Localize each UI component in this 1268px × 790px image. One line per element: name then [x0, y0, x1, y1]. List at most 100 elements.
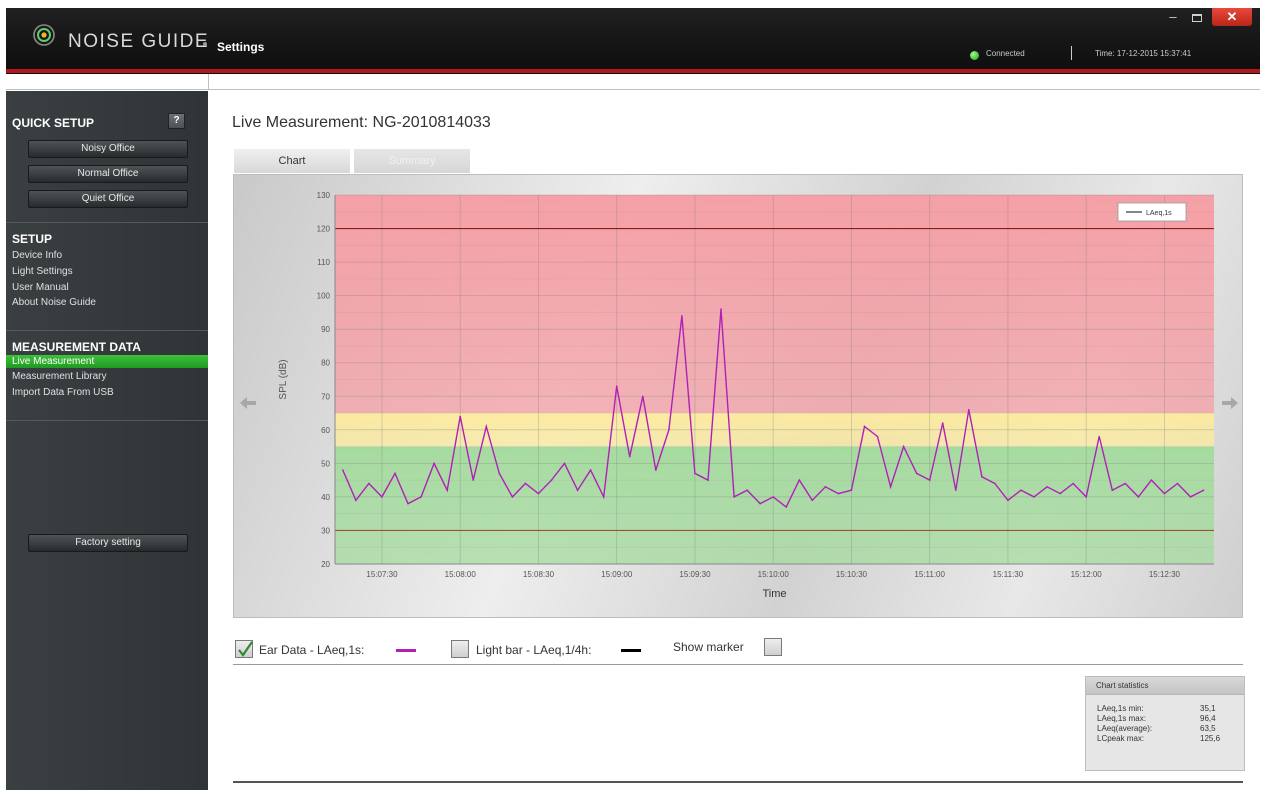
threshold-band — [335, 195, 1214, 414]
data-point — [720, 308, 722, 310]
stat-value: 63,5 — [1200, 724, 1216, 733]
divider — [233, 664, 1243, 665]
data-point — [1202, 489, 1205, 492]
light-bar-checkbox[interactable] — [451, 640, 469, 658]
data-point — [785, 506, 788, 508]
data-point — [889, 486, 892, 488]
page-name: Settings — [217, 40, 265, 54]
data-point — [589, 469, 592, 471]
y-tick-label: 60 — [321, 426, 330, 435]
data-point — [1085, 496, 1087, 498]
light-bar-label: Light bar - LAeq,1/4h: — [476, 643, 592, 657]
stat-value: 125,6 — [1200, 734, 1221, 743]
minimize-button[interactable]: – — [1162, 10, 1184, 26]
normal-office-button[interactable]: Normal Office — [28, 165, 188, 183]
data-point — [1072, 482, 1074, 485]
data-point — [459, 415, 461, 418]
quiet-office-button[interactable]: Quiet Office — [28, 190, 188, 208]
data-point — [1163, 492, 1166, 495]
data-point — [1059, 492, 1061, 495]
data-point — [863, 425, 866, 428]
data-point — [602, 496, 605, 498]
data-point — [981, 475, 983, 478]
data-point — [537, 492, 540, 495]
sidebar-item-about[interactable]: About Noise Guide — [12, 297, 96, 308]
data-point — [342, 469, 344, 471]
sidebar-divider — [6, 330, 208, 331]
sidebar-item-import-usb[interactable]: Import Data From USB — [12, 387, 114, 398]
data-point — [1189, 496, 1192, 498]
x-tick-label: 15:08:00 — [445, 570, 477, 579]
sidebar-item-light-settings[interactable]: Light Settings — [12, 266, 73, 277]
data-point — [1020, 489, 1022, 492]
data-point — [1046, 486, 1048, 488]
help-button[interactable]: ? — [168, 113, 185, 129]
data-point — [850, 489, 853, 492]
chart-statistics-panel: Chart statistics LAeq,1s min: 35,1 LAeq,… — [1085, 676, 1245, 771]
ear-data-checkbox[interactable] — [235, 640, 253, 658]
data-point — [485, 425, 488, 428]
tab-summary[interactable]: Summary — [354, 149, 470, 173]
data-point — [1176, 482, 1179, 485]
y-tick-label: 20 — [321, 560, 330, 569]
data-point — [668, 429, 670, 431]
data-point — [407, 502, 409, 505]
data-point — [641, 395, 644, 398]
x-tick-label: 15:11:00 — [914, 570, 945, 579]
noisy-office-button[interactable]: Noisy Office — [28, 140, 188, 158]
stat-label: LAeq,1s max: — [1097, 714, 1146, 723]
sidebar-divider — [6, 222, 208, 223]
data-point — [798, 479, 801, 481]
app-window: NOISE GUIDE Settings Connected Time: 17-… — [6, 8, 1260, 790]
x-tick-label: 15:07:30 — [366, 570, 398, 579]
data-point — [1007, 499, 1009, 502]
y-axis-label: SPL (dB) — [278, 359, 289, 399]
sidebar-item-measurement-library[interactable]: Measurement Library — [12, 371, 106, 382]
data-point — [733, 496, 735, 498]
data-point — [511, 496, 514, 498]
data-point — [1137, 496, 1140, 498]
setup-title: SETUP — [12, 232, 53, 246]
data-point — [811, 499, 814, 502]
stat-label: LCpeak max: — [1097, 734, 1145, 743]
y-tick-label: 30 — [321, 526, 330, 535]
data-point — [1098, 435, 1101, 438]
y-tick-label: 120 — [317, 225, 331, 234]
data-point — [655, 469, 657, 471]
ear-data-label: Ear Data - LAeq,1s: — [259, 643, 365, 657]
chart-statistics-title: Chart statistics — [1086, 677, 1244, 695]
close-button[interactable]: ✕ — [1212, 8, 1252, 26]
threshold-band — [335, 446, 1214, 564]
sidebar-item-user-manual[interactable]: User Manual — [12, 282, 69, 293]
sidebar-item-device-info[interactable]: Device Info — [12, 250, 62, 261]
data-point — [759, 502, 761, 505]
data-point — [1111, 489, 1114, 492]
data-point — [707, 479, 709, 481]
data-point — [681, 314, 683, 317]
footer-divider — [233, 781, 1243, 783]
data-point — [381, 496, 383, 498]
show-marker-checkbox[interactable] — [764, 638, 782, 656]
legend-label: LAeq,1s — [1146, 210, 1172, 217]
factory-setting-button[interactable]: Factory setting — [28, 534, 188, 552]
data-point — [628, 455, 631, 458]
y-tick-label: 70 — [321, 392, 330, 401]
y-tick-label: 110 — [317, 258, 330, 267]
tab-chart[interactable]: Chart — [234, 149, 350, 173]
status-divider — [1071, 46, 1072, 60]
maximize-button[interactable] — [1186, 10, 1208, 26]
x-tick-label: 15:10:00 — [758, 570, 790, 579]
data-point — [915, 472, 918, 475]
x-tick-label: 15:09:00 — [601, 570, 633, 579]
data-point — [433, 462, 435, 465]
maximize-icon — [1192, 14, 1202, 22]
data-point — [563, 462, 566, 465]
stat-label: LAeq(average): — [1097, 724, 1153, 733]
y-tick-label: 100 — [317, 292, 331, 301]
sidebar-item-live-measurement[interactable]: Live Measurement — [6, 355, 208, 368]
data-point — [446, 489, 448, 492]
toolbar-divider — [208, 74, 209, 90]
x-axis-label: Time — [762, 588, 786, 600]
data-point — [524, 482, 527, 485]
data-point — [576, 489, 579, 492]
